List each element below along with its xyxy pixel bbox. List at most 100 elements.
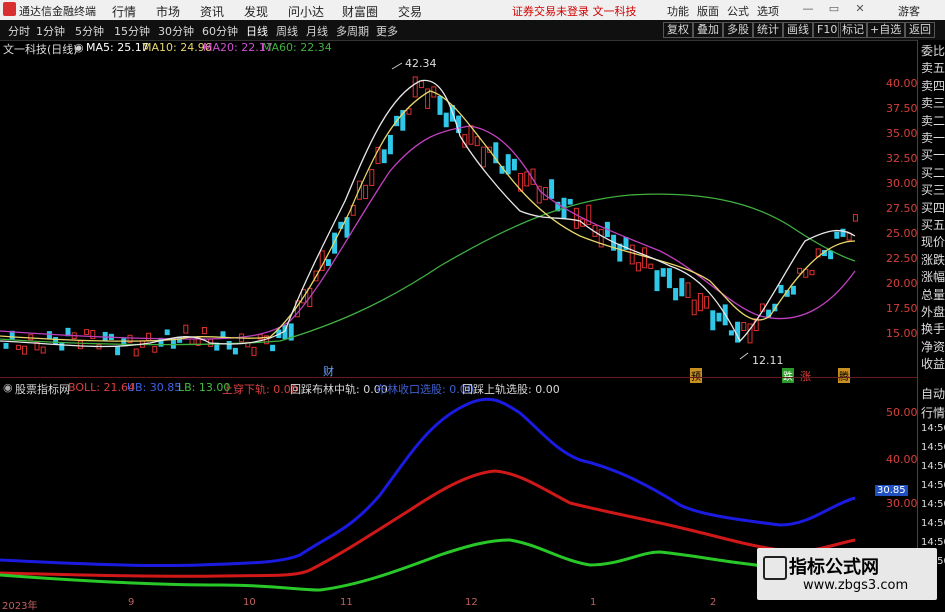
price-tick: 25.00 [886,227,918,240]
candle [617,243,623,262]
app-menubar: 通达信金融终端 行情 市场 资讯 发现 问小达 财富圈 交易 证券交易未登录 文… [0,0,945,20]
period-daily[interactable]: 日线 [246,23,268,39]
quote-field-label: 卖三 [921,96,945,111]
quote-field-label: 卖二 [921,113,945,128]
tick-time-label: 14:50 [921,518,945,529]
candle [15,344,21,350]
auto-quote-label[interactable]: 自动 [921,385,945,402]
candle [704,296,710,309]
indicator-legend: ◉ 股票指标网 BOLL: 21.64 UB: 30.85 LB: 13.00 … [0,381,917,396]
restore-icon[interactable]: ▭ [826,2,842,16]
menu-wealth[interactable]: 财富圈 [342,3,378,20]
candle [834,231,840,239]
tool-add-watch[interactable]: +自选 [866,22,906,38]
high-pointer [391,62,403,70]
menu-market[interactable]: 行情 [112,3,136,20]
tool-multi-stock[interactable]: 多股 [723,22,753,38]
period-monthly[interactable]: 月线 [306,23,328,39]
candle [270,344,276,352]
quote-field-label: 净资 [921,339,945,354]
menu-layout[interactable]: 版面 [697,3,719,19]
close-icon[interactable]: ✕ [852,2,868,16]
tool-draw-line[interactable]: 画线 [783,22,813,38]
candle [28,334,34,341]
period-60min[interactable]: 60分钟 [202,23,238,39]
menu-options[interactable]: 选项 [757,3,779,19]
auto-quote-label[interactable]: 行情 [921,404,945,421]
candle [65,327,71,337]
time-tick: 11 [340,597,353,608]
candle [363,184,369,200]
period-5min[interactable]: 5分钟 [75,23,104,39]
period-1min[interactable]: 1分钟 [36,23,65,39]
price-tick: 22.50 [886,252,918,265]
time-tick: 12 [465,597,478,608]
candle [691,299,697,316]
menu-formula[interactable]: 公式 [727,3,749,19]
candle [437,96,443,115]
candle [511,158,517,171]
period-more[interactable]: 更多 [376,23,398,39]
menu-xiaoda[interactable]: 问小达 [288,3,324,20]
quote-field-label: 买三 [921,183,945,198]
price-tick: 17.50 [886,302,918,315]
period-multi[interactable]: 多周期 [336,23,369,39]
period-toolbar: 分时 1分钟 5分钟 15分钟 30分钟 60分钟 日线 周线 月线 多周期 更… [0,20,945,41]
indicator-menu-icon[interactable]: ◉ [3,381,13,394]
quote-field-label: 买五 [921,218,945,232]
candle [232,347,238,355]
boll-indicator-chart[interactable] [0,395,870,597]
candle [654,270,660,292]
tool-statistics[interactable]: 统计 [753,22,783,38]
period-30min[interactable]: 30分钟 [158,23,194,39]
time-tick: 2023年 [2,601,38,612]
menu-news[interactable]: 资讯 [200,3,224,20]
candle [567,198,573,205]
low-pointer [739,352,749,360]
tool-mark[interactable]: 标记 [838,22,868,38]
quote-field-label: 外盘 [921,305,945,319]
legend-ub: UB: 30.85 [127,381,182,394]
app-logo-icon [3,2,16,16]
indicator-current-value: 30.85 [875,485,908,496]
candle [660,268,666,277]
candle [84,329,90,335]
candle [443,112,449,128]
candle [164,329,170,336]
tool-overlay[interactable]: 叠加 [693,22,723,38]
candle [152,346,158,353]
pane-divider[interactable] [0,377,917,378]
quote-field-label: 买二 [921,165,945,180]
menu-trade[interactable]: 交易 [398,3,422,20]
quote-field-label: 买四 [921,200,945,215]
time-tick: 10 [243,597,256,608]
login-notice[interactable]: 证券交易未登录 文一科技 [512,3,637,19]
candle [679,278,685,297]
quote-field-label: 总量 [921,287,945,302]
candle [325,259,331,267]
menu-function[interactable]: 功能 [667,3,689,19]
candle [790,285,796,295]
candle [412,76,418,98]
minimize-icon[interactable]: — [800,2,816,16]
tool-back[interactable]: 返回 [905,22,935,38]
period-timeshare[interactable]: 分时 [8,23,30,39]
menu-discover[interactable]: 发现 [244,3,268,20]
candle [778,284,784,294]
period-15min[interactable]: 15分钟 [114,23,150,39]
tool-restore-rights[interactable]: 复权 [663,22,693,38]
watermark-title: 指标公式网 [789,557,879,578]
period-weekly[interactable]: 周线 [276,23,298,39]
indicator-tick: 30.00 [886,497,918,510]
candle [53,336,59,345]
candle [666,268,672,289]
kline-chart[interactable]: 42.34 12.11 [0,41,870,371]
legend-boll: BOLL: 21.64 [68,381,135,394]
quote-field-label: 涨幅 [921,270,945,285]
candle [3,342,9,349]
candle [629,244,635,265]
candle [40,346,46,354]
quote-side-panel: 委比 卖五 卖四 卖三 卖二 卖一 买一 买二 买三 买四 买五 现价 涨跌 涨幅 总量 外盘 换手 净资 收益 自… [917,40,945,580]
menu-exchange[interactable]: 市场 [156,3,180,20]
guest-user[interactable]: 游客 [898,3,920,19]
